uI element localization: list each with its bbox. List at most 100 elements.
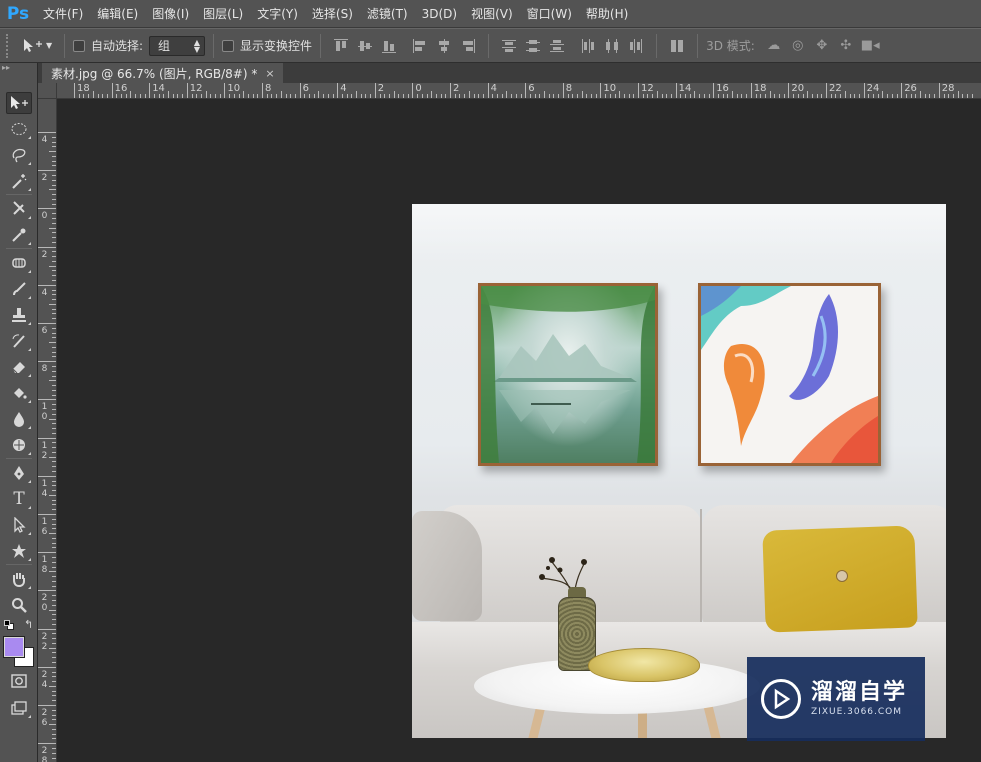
menu-image[interactable]: 图像(I) [145,0,196,28]
auto-select-dropdown[interactable]: 组 ▲ ▼ [149,35,206,56]
lasso-tool-icon[interactable] [6,144,32,166]
zoom-tool-icon[interactable] [6,594,32,616]
distribute-bottom-icon[interactable] [550,39,565,53]
ruler-minor-tick [52,346,56,348]
align-vcenter-icon[interactable] [358,39,373,53]
menu-layer[interactable]: 图层(L) [196,0,250,28]
eraser-tool-icon[interactable] [6,356,32,378]
move-tool-preset-icon[interactable]: ▼ [22,38,56,54]
ruler-minor-tick [49,380,56,382]
ruler-minor-tick [52,160,56,162]
ruler-minor-tick [247,94,249,98]
distribute-vcenter-icon[interactable] [526,39,541,53]
pen-tool-icon[interactable] [6,462,32,484]
clone-stamp-tool-icon[interactable] [6,304,32,326]
ruler-label: 20 [41,593,48,614]
ruler-label: 8 [265,83,272,94]
move-tool-icon[interactable] [6,92,32,114]
menu-3d[interactable]: 3D(D) [415,0,464,28]
ruler-minor-tick [426,94,428,98]
default-colors-icon[interactable] [4,620,14,630]
ruler-minor-tick [52,528,56,530]
screen-mode-icon[interactable] [6,697,32,719]
align-hcenter-icon[interactable] [437,38,451,53]
ruler-minor-tick [539,94,541,98]
close-tab-icon[interactable]: × [265,67,274,80]
paint-bucket-tool-icon[interactable] [6,382,32,404]
ruler-minor-tick [52,413,56,415]
ruler-minor-tick [520,94,522,98]
ruler-minor-tick [332,94,334,98]
ruler-minor-tick [52,155,56,157]
ruler-minor-tick [553,94,555,98]
menu-view[interactable]: 视图(V) [464,0,520,28]
canvas-area[interactable]: 溜溜自学 ZIXUE.3066.COM [57,99,981,762]
align-bottom-icon[interactable] [382,39,397,53]
marquee-tool-icon[interactable] [6,118,32,140]
ruler-major-tick [149,83,151,98]
menu-type[interactable]: 文字(Y) [250,0,305,28]
ruler-minor-tick [52,657,56,659]
custom-shape-tool-icon[interactable] [6,540,32,562]
3d-roll-icon[interactable]: ◎ [789,38,807,54]
align-right-icon[interactable] [461,38,476,53]
collapse-panel-icon[interactable]: ▸▸ [2,63,36,73]
distribute-right-icon[interactable] [629,38,643,53]
align-left-icon[interactable] [413,38,427,53]
vertical-ruler[interactable]: 4 2 0 2 4 6 8 10 12 14 16 18 20 22 24 26 28 [38,99,57,762]
3d-drag-icon[interactable]: ✥ [813,38,831,54]
ruler-minor-tick [49,303,56,305]
crop-tool-icon[interactable] [6,198,32,220]
path-selection-tool-icon[interactable] [6,514,32,536]
ruler-major-tick [38,246,56,248]
3d-slide-icon[interactable]: ✣ [837,38,855,54]
ruler-minor-tick [52,251,56,253]
magic-wand-tool-icon[interactable] [6,170,32,192]
distribute-hcenter-icon[interactable] [605,38,619,53]
ruler-minor-tick [52,241,56,243]
history-brush-tool-icon[interactable] [6,330,32,352]
healing-brush-tool-icon[interactable] [6,252,32,274]
ruler-origin[interactable] [38,83,57,99]
ruler-minor-tick [403,94,404,98]
foreground-color-swatch[interactable] [3,636,25,658]
blur-tool-icon[interactable] [6,408,32,430]
menu-select[interactable]: 选择(S) [305,0,360,28]
eyedropper-tool-icon[interactable] [6,224,32,246]
3d-rotate-icon[interactable]: ☁ [765,38,783,54]
ruler-minor-tick [351,94,353,98]
menu-filter[interactable]: 滤镜(T) [360,0,415,28]
ruler-minor-tick [280,91,282,98]
auto-align-layers-icon[interactable] [670,39,684,53]
3d-scale-icon[interactable]: ■◂ [861,38,880,54]
ruler-minor-tick [52,260,56,262]
ruler-major-tick [74,83,75,98]
horizontal-ruler[interactable]: 18 16 14 12 10 8 6 4 2 0 2 4 6 8 10 12 14 16 18 20 22 24 26 28 [57,83,981,99]
menu-file[interactable]: 文件(F) [36,0,90,28]
menu-help[interactable]: 帮助(H) [579,0,635,28]
brush-tool-icon[interactable] [6,278,32,300]
toolbar-separator [6,248,32,249]
options-grip[interactable] [6,33,14,58]
separator [320,33,322,58]
quick-mask-icon[interactable] [6,670,32,692]
menu-edit[interactable]: 编辑(E) [90,0,145,28]
swap-colors-icon[interactable]: ↰ [24,618,33,631]
ruler-minor-tick [962,94,964,98]
show-transform-checkbox[interactable] [222,39,235,52]
ruler-minor-tick [887,94,889,98]
dodge-tool-icon[interactable] [6,434,32,456]
distribute-left-icon[interactable] [581,38,595,53]
ruler-label: 6 [302,83,309,94]
document-tab[interactable]: 素材.jpg @ 66.7% (图片, RGB/8#) * × [42,63,283,83]
menu-window[interactable]: 窗口(W) [520,0,579,28]
type-tool-icon[interactable]: T [6,488,32,510]
ruler-major-tick [38,284,56,286]
align-top-icon[interactable] [334,38,349,53]
ruler-label: 4 [41,287,48,298]
ruler-minor-tick [49,571,56,573]
hand-tool-icon[interactable] [6,568,32,590]
distribute-top-icon[interactable] [502,39,517,53]
auto-select-checkbox[interactable] [73,39,85,52]
ruler-minor-tick [52,719,56,721]
